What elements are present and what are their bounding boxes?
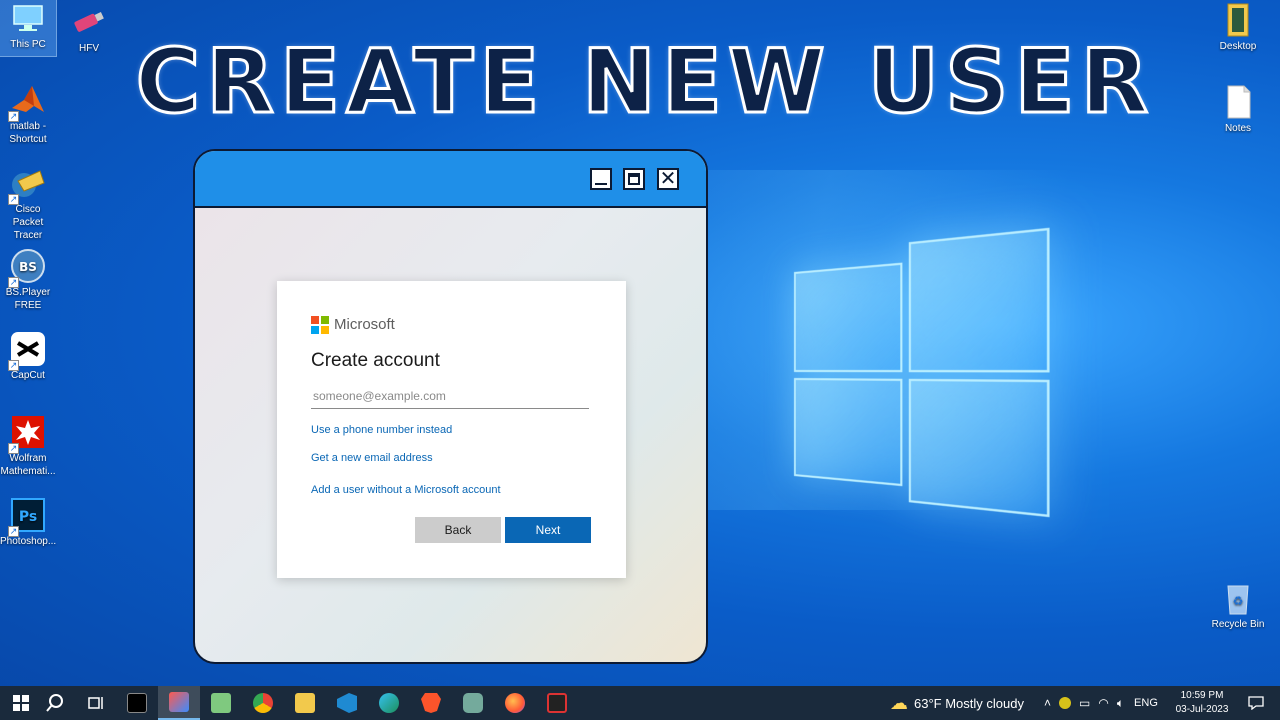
desktop-icon-label: Wolfram Mathemati... xyxy=(0,453,56,477)
desktop-icon-desktop-folder[interactable]: Desktop xyxy=(1210,2,1266,53)
desktop-icon-recycle-bin[interactable]: ♻ Recycle Bin xyxy=(1210,580,1266,631)
notification-icon xyxy=(1248,696,1264,710)
desktop-icon-wolfram[interactable]: ↗ Wolfram Mathemati... xyxy=(0,414,56,478)
taskbar-brave[interactable] xyxy=(410,686,452,720)
desktop-icon-label: BS.Player FREE xyxy=(5,287,51,311)
taskbar-vscode[interactable] xyxy=(326,686,368,720)
get-new-email-link[interactable]: Get a new email address xyxy=(311,452,433,464)
desktop-icon-label: CapCut xyxy=(11,370,45,381)
close-icon: ✕ xyxy=(659,166,677,190)
windows-start-icon xyxy=(13,695,29,711)
vpn-status-icon[interactable] xyxy=(1059,697,1072,709)
taskbar-edge[interactable] xyxy=(368,686,410,720)
taskbar-terminal[interactable] xyxy=(116,686,158,720)
desktop-icon-hfv[interactable]: HFV xyxy=(61,4,117,55)
chevron-up-icon[interactable]: ˄ xyxy=(1044,696,1051,710)
desktop-icon-label: matlab - Shortcut xyxy=(9,121,47,145)
desktop-icon-this-pc[interactable]: This PC xyxy=(0,0,57,57)
wifi-icon[interactable]: ◠ xyxy=(1098,696,1108,710)
windows-logo-wallpaper xyxy=(794,223,1050,518)
clock[interactable]: 10:59 PM 03-Jul-2023 xyxy=(1172,689,1232,717)
taskbar-notepad[interactable] xyxy=(200,686,242,720)
email-field[interactable] xyxy=(311,383,589,409)
microsoft-create-account-dialog: Microsoft Create account Use a phone num… xyxy=(277,281,626,578)
firefox-icon xyxy=(505,693,525,713)
file-explorer-icon xyxy=(295,693,315,713)
minimize-button[interactable] xyxy=(590,168,612,190)
desktop-icon-label: Recycle Bin xyxy=(1211,619,1265,630)
desktop-icon-bsplayer[interactable]: BS ↗ BS.Player FREE xyxy=(0,248,56,312)
microsoft-logo-icon xyxy=(311,316,329,334)
task-view-icon xyxy=(88,697,103,709)
chrome-icon xyxy=(253,693,273,713)
taskbar-bluestacks[interactable] xyxy=(158,686,200,720)
cisco-packet-tracer-icon: ↗ xyxy=(8,165,46,205)
capcut-icon: ↗ xyxy=(8,331,46,371)
maximize-button[interactable] xyxy=(623,168,645,190)
system-tray: ˄ ▭ ◠ 🔈︎ ENG xyxy=(1044,686,1158,720)
headline-title: CREATE NEW USER xyxy=(134,29,1155,135)
wolfram-icon: ↗ xyxy=(8,414,46,454)
battery-icon[interactable]: ▭ xyxy=(1079,696,1090,710)
dialog-title: Create account xyxy=(311,350,440,371)
svg-text:Ps: Ps xyxy=(19,509,37,525)
taskbar-chrome[interactable] xyxy=(242,686,284,720)
text-file-icon xyxy=(1220,84,1256,120)
desktop-icon-cisco[interactable]: ↗ Cisco Packet Tracer xyxy=(0,165,56,242)
taskbar-search-button[interactable] xyxy=(34,686,76,720)
brave-icon xyxy=(421,693,441,713)
desktop-icon-label: Notes xyxy=(1224,123,1252,134)
desktop-icon-label: Photoshop... xyxy=(0,536,57,547)
usb-drive-icon xyxy=(71,4,107,40)
desktop-icon-label: HFV xyxy=(79,43,99,54)
taskbar-firefox[interactable] xyxy=(494,686,536,720)
create-user-window: ✕ Microsoft Create account Use a phone n… xyxy=(193,149,708,664)
desktop-icon-capcut[interactable]: ↗ CapCut xyxy=(0,331,56,382)
svg-text:♻: ♻ xyxy=(1233,594,1244,608)
desktop-icon-notes[interactable]: Notes xyxy=(1210,84,1266,135)
weather-widget[interactable]: ☁ 63°F Mostly cloudy xyxy=(890,686,1024,720)
close-button[interactable]: ✕ xyxy=(657,168,679,190)
matlab-icon: ↗ xyxy=(8,82,46,122)
notification-center-button[interactable] xyxy=(1236,686,1276,720)
bsplayer-icon: BS ↗ xyxy=(8,248,46,288)
window-titlebar[interactable]: ✕ xyxy=(195,151,706,208)
desktop-icon-matlab[interactable]: ↗ matlab - Shortcut xyxy=(0,82,56,146)
clock-date: 03-Jul-2023 xyxy=(1175,704,1229,715)
terminal-icon xyxy=(127,693,147,713)
desktop-icon-photoshop[interactable]: Ps ↗ Photoshop... xyxy=(0,497,56,548)
desktop-icon-label: Cisco Packet Tracer xyxy=(12,204,44,241)
cloudy-weather-icon: ☁ xyxy=(890,692,908,713)
use-phone-link[interactable]: Use a phone number instead xyxy=(311,424,452,436)
weather-text: 63°F Mostly cloudy xyxy=(914,695,1024,711)
volume-icon[interactable]: 🔈︎ xyxy=(1117,696,1124,711)
desktop-icon-label: Desktop xyxy=(1219,41,1257,52)
screen-recorder-icon xyxy=(547,693,567,713)
microsoft-brand-text: Microsoft xyxy=(334,316,395,333)
taskbar-screen-recorder[interactable] xyxy=(536,686,578,720)
bluestacks-icon xyxy=(169,692,189,712)
vscode-icon xyxy=(337,693,357,713)
clock-time: 10:59 PM xyxy=(1180,690,1224,701)
back-button[interactable]: Back xyxy=(415,517,501,543)
this-pc-icon xyxy=(10,0,46,36)
edge-icon xyxy=(379,693,399,713)
photoshop-icon: Ps ↗ xyxy=(8,497,46,537)
language-indicator[interactable]: ENG xyxy=(1134,697,1158,709)
chatgpt-icon xyxy=(463,693,483,713)
folder-icon xyxy=(1220,2,1256,38)
recycle-bin-icon: ♻ xyxy=(1220,580,1256,616)
notepad-icon xyxy=(211,693,231,713)
taskbar-chatgpt[interactable] xyxy=(452,686,494,720)
taskbar: ☁ 63°F Mostly cloudy ˄ ▭ ◠ 🔈︎ ENG 10:59 … xyxy=(0,686,1280,720)
taskbar-file-explorer[interactable] xyxy=(284,686,326,720)
next-button[interactable]: Next xyxy=(505,517,591,543)
add-user-without-account-link[interactable]: Add a user without a Microsoft account xyxy=(311,484,501,496)
desktop-icon-label: This PC xyxy=(10,39,46,50)
search-icon xyxy=(46,694,63,712)
svg-text:BS: BS xyxy=(19,260,37,274)
task-view-button[interactable] xyxy=(74,686,116,720)
